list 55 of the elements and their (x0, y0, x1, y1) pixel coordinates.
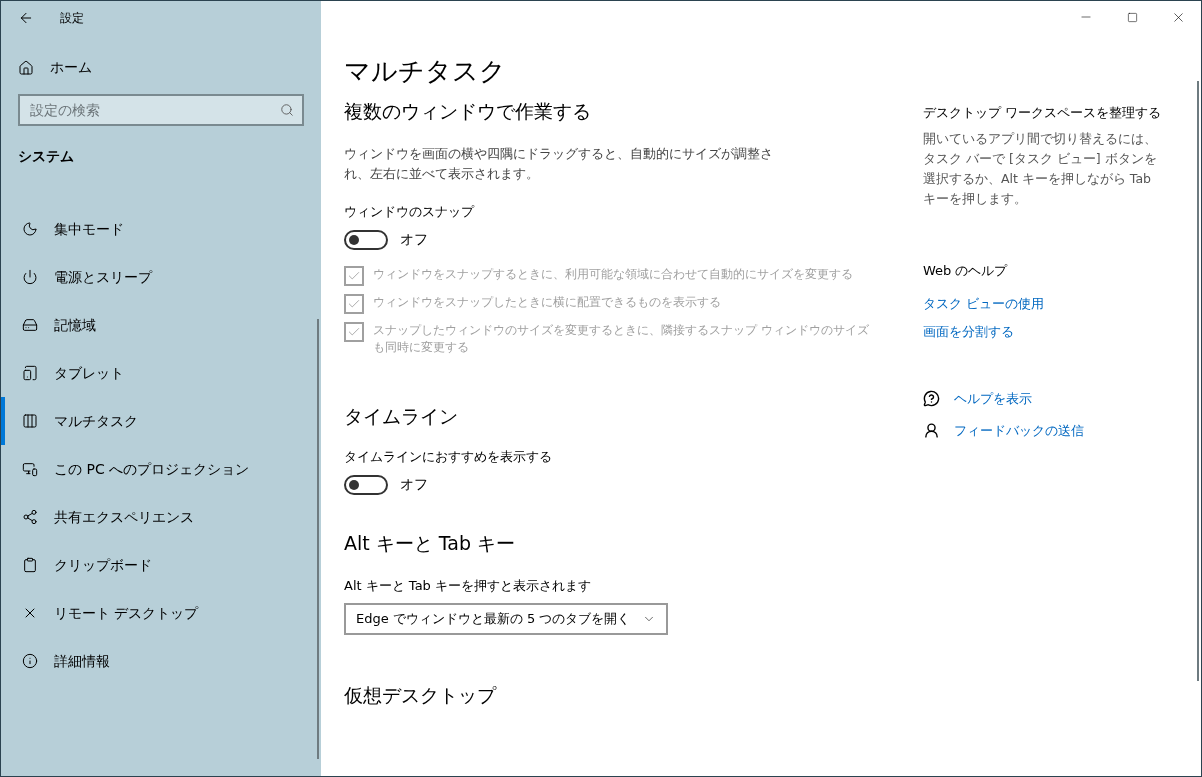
nav-item[interactable]: クリップボード (1, 541, 321, 589)
search-field[interactable]: 設定の検索 (18, 94, 304, 126)
aside-text: 開いているアプリ間で切り替えるには、タスク バーで [タスク ビュー] ボタンを選択するか、Alt キーを押しながら Tab キーを押します。 (923, 129, 1158, 208)
toggle-switch[interactable] (344, 474, 388, 495)
page-title: マルチタスク (344, 55, 507, 88)
power-icon (22, 269, 38, 285)
nav-item[interactable]: リモート デスクトップ (1, 589, 321, 637)
projection-icon (22, 461, 38, 477)
check-icon (347, 325, 361, 339)
tablet-icon (22, 365, 38, 381)
nav-item[interactable]: この PC へのプロジェクション (1, 445, 321, 493)
multitask-icon (22, 413, 38, 429)
dropdown[interactable]: Edge でウィンドウと最新の 5 つのタブを開く (344, 603, 669, 635)
check-icon (347, 297, 361, 311)
aside-heading: デスクトップ ワークスペースを整理する (923, 104, 1163, 122)
help-link[interactable]: 画面を分割する (923, 321, 1014, 341)
share-icon (22, 509, 38, 525)
window-title: 設定 (60, 10, 84, 27)
moon-icon (22, 221, 38, 237)
toggle-state: オフ (400, 230, 428, 249)
check-icon (347, 269, 361, 283)
clipboard-icon (22, 557, 38, 573)
help-icon (923, 390, 940, 408)
nav-item[interactable]: タブレット (1, 349, 321, 397)
toggle-state: オフ (400, 475, 428, 494)
section-heading: Alt キーと Tab キー (344, 531, 516, 556)
nav-item[interactable]: 共有エクスペリエンス (1, 493, 321, 541)
info-icon (22, 653, 38, 669)
nav-item[interactable]: 詳細情報 (1, 637, 321, 685)
checkbox-label: スナップしたウィンドウのサイズを変更するときに、隣接するスナップ ウィンドウのサイズも同時に変更する (373, 322, 870, 356)
dropdown-label: Alt キーと Tab キーを押すと表示されます (344, 576, 592, 595)
feedback-icon (923, 421, 940, 439)
toggle-label: ウィンドウのスナップ (344, 202, 476, 221)
nav-item[interactable]: 集中モード (1, 205, 321, 253)
home-icon (18, 59, 34, 76)
section-heading: システム (17, 147, 75, 166)
toggle-label: タイムラインにおすすめを表示する (344, 447, 553, 466)
section-heading: タイムライン (344, 404, 459, 429)
search-icon (280, 103, 294, 117)
drive-icon (22, 317, 38, 333)
nav-item[interactable]: 電源とスリープ (1, 253, 321, 301)
checkbox-label: ウィンドウをスナップするときに、利用可能な領域に合わせて自動的にサイズを変更する (373, 266, 854, 283)
help-link[interactable]: タスク ビューの使用 (923, 294, 1045, 314)
section-heading: 複数のウィンドウで作業する (344, 99, 592, 124)
section-description: ウィンドウを画面の横や四隅にドラッグすると、自動的にサイズが調整され、左右に並べて表示されます。 (344, 144, 774, 183)
help-link[interactable]: ヘルプを表示 (954, 389, 1032, 409)
nav-item[interactable]: 記憶域 (1, 301, 321, 349)
toggle-switch[interactable] (344, 229, 388, 250)
back-icon[interactable] (18, 10, 34, 26)
maximize-icon (1126, 11, 1138, 23)
section-heading: 仮想デスクトップ (344, 683, 498, 708)
home-link[interactable]: ホーム (1, 57, 321, 78)
checkbox-label: ウィンドウをスナップしたときに横に配置できるものを表示する (373, 294, 722, 311)
aside-heading: Web のヘルプ (923, 261, 1009, 280)
feedback-link[interactable]: フィードバックの送信 (954, 420, 1084, 440)
